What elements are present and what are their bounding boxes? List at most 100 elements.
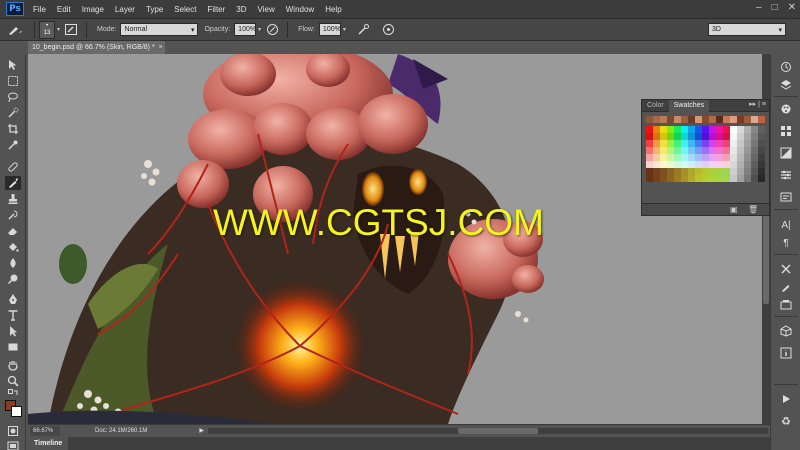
swatch[interactable]	[744, 175, 751, 182]
swatch[interactable]	[730, 133, 737, 140]
swatch[interactable]	[667, 161, 674, 168]
swatch[interactable]	[737, 147, 744, 154]
brush-size-picker[interactable]: • 13	[39, 20, 55, 39]
swatch[interactable]	[730, 168, 737, 175]
swatch[interactable]	[730, 116, 737, 123]
new-swatch-icon[interactable]: ▣	[730, 205, 738, 214]
airbrush-icon[interactable]	[356, 22, 372, 38]
styles-panel-icon[interactable]	[779, 168, 793, 182]
swatch[interactable]	[716, 154, 723, 161]
flow-chevron-icon[interactable]: ▾	[343, 26, 346, 33]
pressure-size-icon[interactable]	[381, 22, 397, 38]
paragraph-panel-icon[interactable]: ¶	[779, 236, 793, 250]
screen-mode-icon[interactable]	[5, 439, 21, 450]
swatch[interactable]	[723, 140, 730, 147]
menu-select[interactable]: Select	[174, 5, 196, 14]
swatch[interactable]	[723, 154, 730, 161]
swatch[interactable]	[737, 116, 744, 123]
swatch[interactable]	[737, 161, 744, 168]
swatch[interactable]	[646, 133, 653, 140]
swatch[interactable]	[646, 168, 653, 175]
swatch[interactable]	[716, 140, 723, 147]
swatch[interactable]	[646, 126, 653, 133]
swatch[interactable]	[695, 116, 702, 123]
swatch[interactable]	[667, 175, 674, 182]
swatch[interactable]	[702, 126, 709, 133]
swatch[interactable]	[730, 154, 737, 161]
swatch[interactable]	[688, 126, 695, 133]
background-color-swatch[interactable]	[11, 406, 22, 417]
info-panel-icon[interactable]	[779, 346, 793, 360]
trash-icon[interactable]: 🗑	[748, 205, 758, 214]
swatch[interactable]	[716, 168, 723, 175]
swatch[interactable]	[758, 175, 765, 182]
swatch[interactable]	[695, 147, 702, 154]
quick-selection-tool-icon[interactable]	[5, 106, 21, 120]
flow-input[interactable]: 100%	[318, 23, 341, 36]
swatch[interactable]	[709, 133, 716, 140]
clone-stamp-tool-icon[interactable]	[5, 192, 21, 206]
swatch[interactable]	[716, 116, 723, 123]
lasso-tool-icon[interactable]	[5, 90, 21, 104]
blur-tool-icon[interactable]	[5, 256, 21, 270]
swatch[interactable]	[674, 140, 681, 147]
type-tool-icon[interactable]	[5, 308, 21, 322]
swatch[interactable]	[681, 147, 688, 154]
swatch[interactable]	[758, 147, 765, 154]
menu-layer[interactable]: Layer	[115, 5, 135, 14]
recycle-icon[interactable]: ♻	[779, 414, 793, 428]
swatch[interactable]	[723, 168, 730, 175]
swatch[interactable]	[667, 116, 674, 123]
swatch[interactable]	[702, 161, 709, 168]
eraser-tool-icon[interactable]	[5, 224, 21, 238]
minimize-button[interactable]: –	[756, 2, 762, 13]
menu-file[interactable]: File	[33, 5, 46, 14]
swatch[interactable]	[737, 140, 744, 147]
maximize-button[interactable]: □	[772, 2, 778, 13]
swatch[interactable]	[723, 175, 730, 182]
swatch[interactable]	[653, 161, 660, 168]
tab-color[interactable]: Color	[642, 100, 669, 112]
swatch[interactable]	[674, 147, 681, 154]
swatch[interactable]	[667, 133, 674, 140]
brush-tool-icon[interactable]	[5, 176, 21, 190]
brush-presets-icon[interactable]	[779, 280, 793, 294]
swatch[interactable]	[744, 154, 751, 161]
menu-type[interactable]: Type	[146, 5, 163, 14]
swatch[interactable]	[653, 133, 660, 140]
swatch[interactable]	[653, 175, 660, 182]
opacity-input[interactable]: 100%	[234, 23, 257, 36]
swatch[interactable]	[758, 116, 765, 123]
swatch[interactable]	[667, 147, 674, 154]
swatch[interactable]	[709, 154, 716, 161]
swatch[interactable]	[646, 154, 653, 161]
pressure-opacity-icon[interactable]	[264, 22, 280, 38]
swatch[interactable]	[695, 168, 702, 175]
swatch[interactable]	[744, 140, 751, 147]
swatch[interactable]	[716, 133, 723, 140]
swatch[interactable]	[758, 154, 765, 161]
menu-view[interactable]: View	[258, 5, 275, 14]
path-selection-tool-icon[interactable]	[5, 324, 21, 338]
swatch[interactable]	[716, 161, 723, 168]
swatch[interactable]	[723, 161, 730, 168]
workspace-dropdown[interactable]: 3D ▾	[708, 23, 786, 36]
swatch[interactable]	[737, 126, 744, 133]
swatch[interactable]	[660, 175, 667, 182]
swatch[interactable]	[716, 126, 723, 133]
swatch[interactable]	[751, 168, 758, 175]
swatch[interactable]	[758, 126, 765, 133]
move-tool-icon[interactable]	[5, 58, 21, 72]
swatch[interactable]	[688, 140, 695, 147]
swatch[interactable]	[660, 126, 667, 133]
swatch[interactable]	[688, 133, 695, 140]
swatch[interactable]	[660, 133, 667, 140]
tab-timeline[interactable]: Timeline	[28, 437, 69, 450]
swatch[interactable]	[758, 140, 765, 147]
swatch[interactable]	[758, 168, 765, 175]
menu-help[interactable]: Help	[325, 5, 341, 14]
swatch[interactable]	[674, 175, 681, 182]
swatch[interactable]	[667, 140, 674, 147]
zoom-tool-icon[interactable]	[5, 374, 21, 388]
swatch[interactable]	[702, 154, 709, 161]
